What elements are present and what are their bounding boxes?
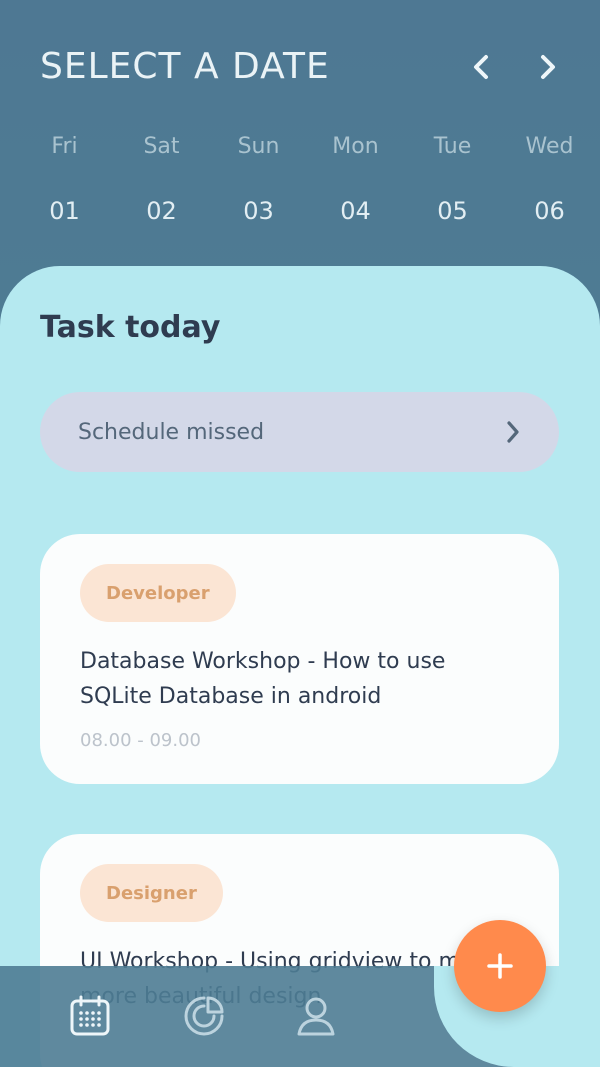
chevron-right-icon [507, 421, 519, 443]
add-task-button[interactable] [454, 920, 546, 1012]
day-number: 01 [49, 197, 80, 225]
day-number: 06 [534, 197, 565, 225]
chart-icon [184, 996, 224, 1036]
schedule-missed-label: Schedule missed [78, 419, 265, 445]
day-number: 03 [243, 197, 274, 225]
user-icon [297, 997, 335, 1036]
task-card[interactable]: Developer Database Workshop - How to use… [40, 534, 559, 784]
previous-week-button[interactable] [466, 52, 496, 82]
nav-calendar-button[interactable] [68, 994, 112, 1038]
nav-stats-button[interactable] [182, 994, 226, 1038]
task-time: 08.00 - 09.00 [80, 730, 201, 751]
date-header: SELECT A DATE Fri 01 Sat 02 Sun 03 Mon 0… [0, 0, 600, 300]
day-number: 04 [340, 197, 371, 225]
schedule-missed-button[interactable]: Schedule missed [40, 392, 559, 472]
day-item-sat[interactable]: Sat 02 [113, 134, 210, 225]
section-title: Task today [40, 310, 221, 345]
next-week-button[interactable] [533, 52, 563, 82]
day-name: Fri [51, 134, 78, 159]
day-item-wed[interactable]: Wed 06 [501, 134, 598, 225]
task-category-badge: Designer [80, 864, 223, 922]
day-item-sun[interactable]: Sun 03 [210, 134, 307, 225]
day-number: 02 [146, 197, 177, 225]
plus-icon [487, 953, 513, 979]
page-title: SELECT A DATE [40, 46, 330, 87]
day-item-fri[interactable]: Fri 01 [16, 134, 113, 225]
chevron-right-icon [541, 55, 555, 79]
calendar-icon [70, 995, 110, 1036]
task-title: Database Workshop - How to use SQLite Da… [80, 649, 446, 709]
day-number: 05 [437, 197, 468, 225]
day-name: Wed [525, 134, 574, 159]
day-name: Sun [237, 134, 280, 159]
day-name: Sat [143, 134, 180, 159]
day-name: Mon [332, 134, 379, 159]
day-item-mon[interactable]: Mon 04 [307, 134, 404, 225]
day-selector: Fri 01 Sat 02 Sun 03 Mon 04 Tue 05 Wed 0… [16, 134, 600, 225]
nav-profile-button[interactable] [294, 994, 338, 1038]
chevron-left-icon [474, 55, 488, 79]
day-name: Tue [433, 134, 472, 159]
task-category-badge: Developer [80, 564, 236, 622]
day-item-tue[interactable]: Tue 05 [404, 134, 501, 225]
